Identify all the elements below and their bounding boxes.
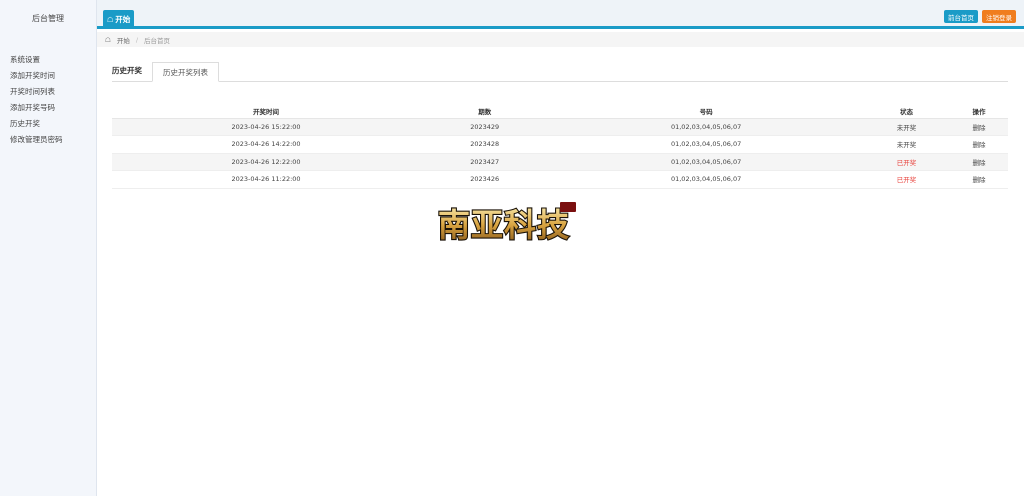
table-row: 2023-04-26 15:22:00 2023429 01,02,03,04,… (112, 118, 1008, 136)
table-row: 2023-04-26 14:22:00 2023428 01,02,03,04,… (112, 135, 1008, 154)
col-status: 状态 (862, 104, 950, 119)
col-numbers: 号码 (549, 104, 863, 119)
topbar: ☖ 开始 前台首页 注销登录 (97, 0, 1024, 29)
breadcrumb-home[interactable]: 开始 (117, 35, 130, 45)
cell-numbers: 01,02,03,04,05,06,07 (549, 153, 863, 171)
sidebar-menu: 系统设置 添加开奖时间 开奖时间列表 添加开奖号码 历史开奖 修改管理员密码 (0, 52, 96, 148)
cell-period: 2023428 (420, 135, 550, 154)
breadcrumb-current: 后台首页 (144, 36, 171, 45)
sidebar-title: 后台管理 (32, 13, 64, 23)
cell-status: 已开奖 (862, 153, 950, 171)
cell-time: 2023-04-26 11:22:00 (112, 170, 421, 189)
delete-link[interactable]: 删除 (949, 118, 1008, 136)
cell-period: 2023427 (420, 153, 550, 171)
delete-link[interactable]: 删除 (949, 135, 1008, 154)
table-row: 2023-04-26 12:22:00 2023427 01,02,03,04,… (112, 153, 1008, 171)
top-actions: 前台首页 注销登录 (944, 10, 1016, 23)
cell-time: 2023-04-26 15:22:00 (112, 118, 421, 136)
home-icon: ☖ (107, 15, 114, 24)
table-row: 2023-04-26 11:22:00 2023426 01,02,03,04,… (112, 170, 1008, 189)
cell-status: 未开奖 (862, 135, 950, 154)
col-period: 期数 (420, 104, 550, 119)
cell-period: 2023429 (420, 118, 550, 136)
breadcrumb: ☖ 开始 / 后台首页 (97, 32, 1024, 47)
cell-time: 2023-04-26 12:22:00 (112, 153, 421, 171)
cell-numbers: 01,02,03,04,05,06,07 (549, 118, 863, 136)
main-content: 历史开奖 历史开奖列表 开奖时间 期数 号码 状态 操作 2023-04-26 … (112, 62, 1008, 189)
logout-button[interactable]: 注销登录 (982, 10, 1016, 23)
tab-start[interactable]: ☖ 开始 (103, 10, 135, 29)
sidebar-item-add-draw-time[interactable]: 添加开奖时间 (0, 68, 96, 84)
cell-status: 未开奖 (862, 118, 950, 136)
sidebar-item-change-password[interactable]: 修改管理员密码 (0, 132, 96, 148)
sidebar: 后台管理 系统设置 添加开奖时间 开奖时间列表 添加开奖号码 历史开奖 修改管理… (0, 0, 97, 496)
col-action: 操作 (949, 104, 1008, 119)
cell-period: 2023426 (420, 170, 550, 189)
tab-history-list[interactable]: 历史开奖列表 (152, 62, 219, 82)
section-title: 历史开奖 (112, 66, 142, 75)
cell-numbers: 01,02,03,04,05,06,07 (549, 135, 863, 154)
sidebar-item-draw-time-list[interactable]: 开奖时间列表 (0, 84, 96, 100)
breadcrumb-home-icon: ☖ (105, 35, 111, 44)
delete-link[interactable]: 删除 (949, 153, 1008, 171)
watermark-text: 南亚科技 (438, 206, 570, 244)
sidebar-item-draw-history[interactable]: 历史开奖 (0, 116, 96, 132)
cell-time: 2023-04-26 14:22:00 (112, 135, 421, 154)
tab-bar: 历史开奖 历史开奖列表 (112, 62, 1008, 82)
cell-status: 已开奖 (862, 170, 950, 189)
sidebar-item-system-settings[interactable]: 系统设置 (0, 52, 96, 68)
frontpage-button[interactable]: 前台首页 (944, 10, 978, 23)
tab-start-label: 开始 (115, 15, 131, 24)
watermark-logo: 南亚科技 (437, 202, 576, 245)
sidebar-item-add-draw-number[interactable]: 添加开奖号码 (0, 100, 96, 116)
cell-numbers: 01,02,03,04,05,06,07 (549, 170, 863, 189)
delete-link[interactable]: 删除 (949, 170, 1008, 189)
history-table: 开奖时间 期数 号码 状态 操作 2023-04-26 15:22:00 202… (112, 104, 1008, 189)
table-header-row: 开奖时间 期数 号码 状态 操作 (112, 104, 1008, 119)
col-draw-time: 开奖时间 (112, 104, 421, 119)
breadcrumb-separator: / (135, 35, 139, 44)
